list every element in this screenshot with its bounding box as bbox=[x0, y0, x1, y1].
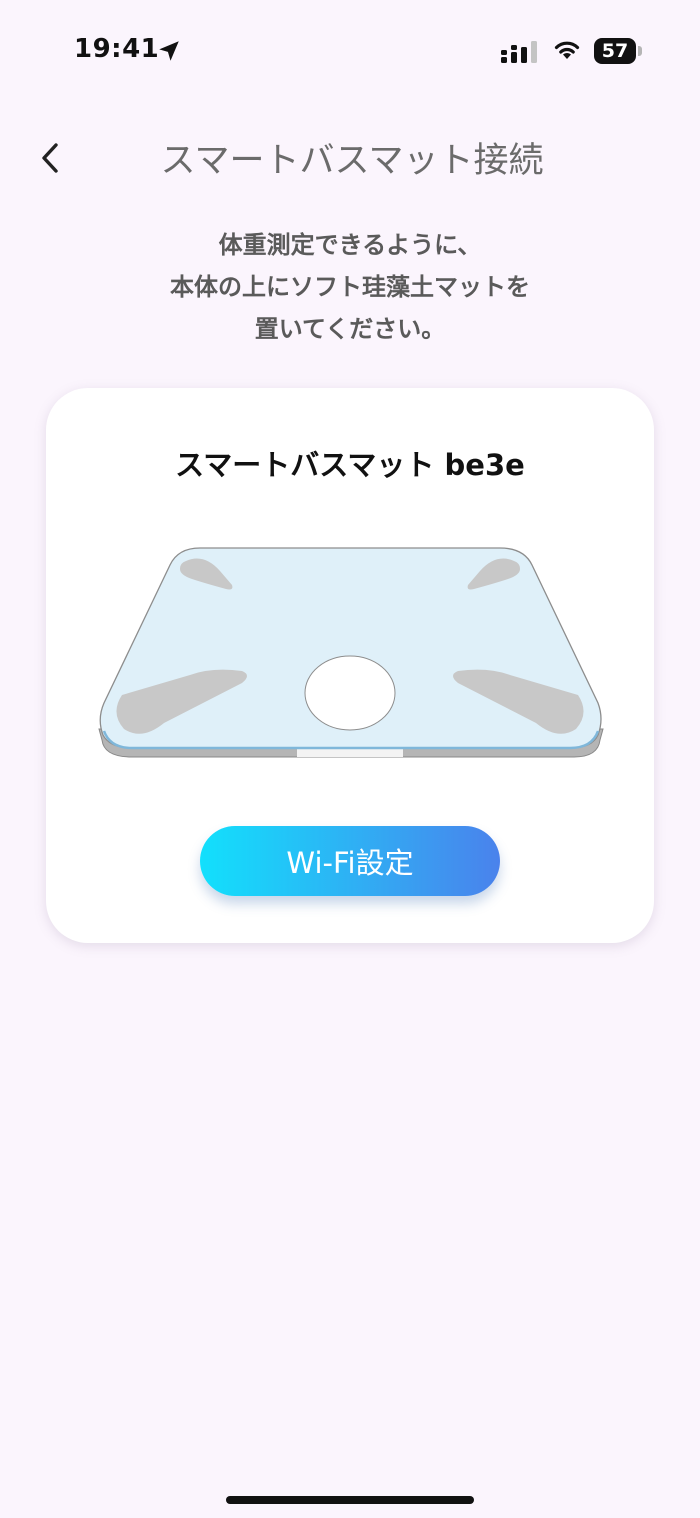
location-arrow-icon bbox=[159, 41, 179, 61]
cellular-signal-icon bbox=[501, 41, 537, 63]
status-time: 19:41 bbox=[74, 34, 160, 64]
wifi-setup-button[interactable]: Wi-Fi設定 bbox=[200, 826, 500, 896]
instruction-line-2: 本体の上にソフト珪藻土マットを bbox=[170, 273, 530, 301]
page-title: スマートバスマット接続 bbox=[160, 141, 544, 181]
instruction-line-1: 体重測定できるように、 bbox=[218, 231, 482, 259]
battery-icon: 57 bbox=[594, 38, 636, 64]
battery-level: 57 bbox=[601, 40, 629, 62]
home-indicator[interactable] bbox=[226, 1496, 474, 1504]
instruction-text: 体重測定できるように、 本体の上にソフト珪藻土マットを 置いてください。 bbox=[0, 224, 700, 350]
wifi-icon bbox=[554, 41, 580, 59]
instruction-line-3: 置いてください。 bbox=[254, 315, 446, 343]
status-bar: 19:41 57 bbox=[0, 0, 700, 100]
device-name: スマートバスマット be3e bbox=[175, 448, 525, 482]
smart-bathmat-illustration bbox=[98, 547, 604, 758]
device-card: スマートバスマット be3e Wi-Fi設定 bbox=[46, 388, 654, 943]
battery-cap bbox=[638, 46, 642, 56]
